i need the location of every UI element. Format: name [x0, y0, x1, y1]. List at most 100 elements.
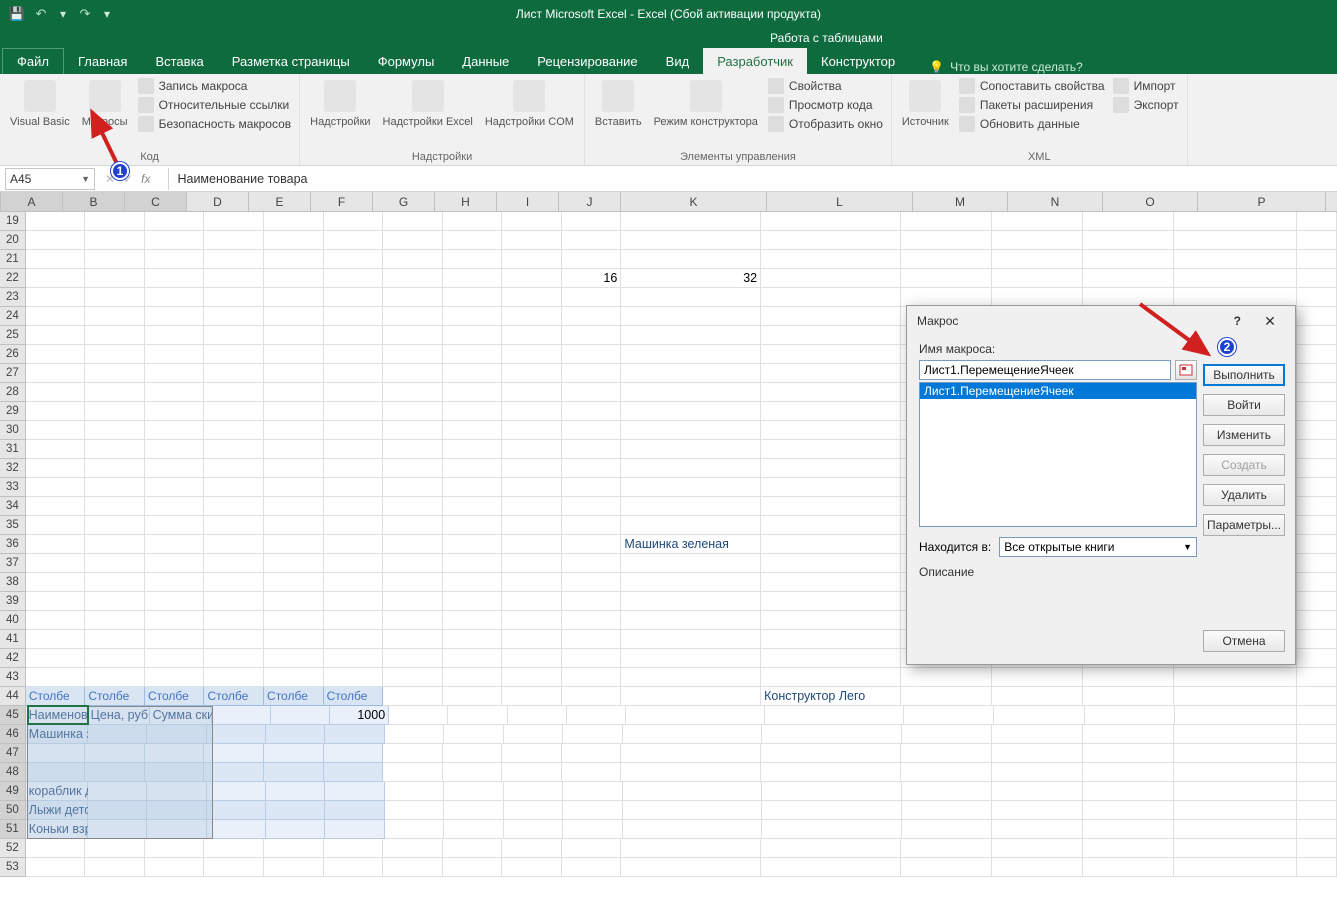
cell[interactable] [26, 231, 86, 250]
visual-basic-button[interactable]: Visual Basic [4, 76, 76, 149]
cell[interactable] [621, 364, 761, 383]
cell[interactable] [502, 231, 562, 250]
tab-review[interactable]: Рецензирование [523, 48, 651, 74]
cell[interactable] [761, 421, 901, 440]
cell[interactable]: Столбе▼ [26, 687, 86, 706]
cell[interactable] [1083, 763, 1174, 782]
cell[interactable] [621, 516, 761, 535]
cell[interactable] [562, 459, 622, 478]
cell[interactable] [324, 858, 384, 877]
cell[interactable] [1297, 269, 1337, 288]
cell[interactable] [444, 801, 503, 820]
cell[interactable] [204, 592, 264, 611]
cell[interactable] [1297, 212, 1337, 231]
cell[interactable] [204, 630, 264, 649]
cell[interactable] [207, 820, 266, 839]
cell[interactable] [383, 554, 443, 573]
cell[interactable] [443, 269, 503, 288]
cell[interactable] [992, 687, 1083, 706]
cell[interactable] [264, 250, 324, 269]
cell[interactable] [1083, 250, 1174, 269]
cell[interactable] [901, 212, 992, 231]
range-picker-icon[interactable] [1175, 360, 1197, 380]
cell[interactable] [621, 326, 761, 345]
cell[interactable] [383, 440, 443, 459]
row-header[interactable]: 33 [0, 478, 26, 497]
design-mode-button[interactable]: Режим конструктора [648, 76, 764, 149]
cell[interactable] [761, 763, 901, 782]
cell[interactable] [145, 630, 205, 649]
cell[interactable] [145, 668, 205, 687]
cell[interactable] [1175, 706, 1297, 725]
cell[interactable] [443, 763, 503, 782]
cell[interactable] [1083, 858, 1174, 877]
refresh-data-button[interactable]: Обновить данные [959, 116, 1105, 132]
col-header-n[interactable]: N [1008, 192, 1103, 211]
row-header[interactable]: 47 [0, 744, 26, 763]
cell[interactable] [1297, 516, 1337, 535]
cancel-button[interactable]: Отмена [1203, 630, 1285, 652]
cell[interactable] [264, 630, 324, 649]
tab-developer[interactable]: Разработчик [703, 48, 807, 74]
cell[interactable] [383, 288, 443, 307]
cell[interactable] [207, 801, 266, 820]
cell[interactable] [324, 345, 384, 364]
cell[interactable] [26, 497, 86, 516]
cell[interactable] [385, 782, 444, 801]
cell[interactable] [621, 250, 761, 269]
cell[interactable] [621, 687, 761, 706]
row-header[interactable]: 26 [0, 345, 26, 364]
cell[interactable] [502, 326, 562, 345]
cell[interactable] [204, 535, 264, 554]
cell[interactable] [1297, 307, 1337, 326]
edit-button[interactable]: Изменить [1203, 424, 1285, 446]
cell[interactable] [502, 858, 562, 877]
tab-view[interactable]: Вид [652, 48, 704, 74]
cell[interactable] [562, 535, 622, 554]
cell[interactable] [504, 801, 563, 820]
cell[interactable] [26, 611, 86, 630]
cell[interactable] [85, 554, 145, 573]
cell[interactable] [626, 706, 765, 725]
cell[interactable] [1174, 725, 1296, 744]
cell[interactable] [266, 725, 325, 744]
cell[interactable] [85, 478, 145, 497]
cell[interactable] [264, 668, 324, 687]
row-header[interactable]: 22 [0, 269, 26, 288]
cell[interactable] [204, 744, 264, 763]
cell[interactable] [443, 212, 503, 231]
cell[interactable] [324, 269, 384, 288]
cell[interactable] [1083, 687, 1174, 706]
redo-icon[interactable]: ↷ [76, 5, 94, 23]
cell[interactable] [902, 782, 993, 801]
cell[interactable] [621, 231, 761, 250]
cell[interactable] [761, 307, 901, 326]
cell[interactable] [324, 763, 384, 782]
insert-control-button[interactable]: Вставить [589, 76, 648, 149]
cell[interactable] [264, 592, 324, 611]
cell[interactable] [85, 345, 145, 364]
cell[interactable] [1083, 725, 1174, 744]
cell[interactable] [264, 744, 324, 763]
cell[interactable] [389, 706, 448, 725]
cell[interactable] [1083, 269, 1174, 288]
cell[interactable] [562, 516, 622, 535]
cell[interactable] [1297, 478, 1337, 497]
cell[interactable] [383, 478, 443, 497]
cell[interactable] [502, 269, 562, 288]
cell[interactable] [383, 687, 443, 706]
cell[interactable] [1297, 839, 1337, 858]
cell[interactable] [761, 459, 901, 478]
cell[interactable] [264, 573, 324, 592]
col-header-i[interactable]: I [497, 192, 559, 211]
cell[interactable] [508, 706, 567, 725]
cell[interactable] [443, 364, 503, 383]
cell[interactable] [26, 858, 86, 877]
cell[interactable] [443, 649, 503, 668]
cell[interactable] [1174, 858, 1297, 877]
cell[interactable] [562, 592, 622, 611]
cell[interactable] [761, 478, 901, 497]
cell[interactable]: Столбе▼ [264, 687, 324, 706]
cell[interactable] [266, 782, 325, 801]
cell[interactable] [623, 801, 763, 820]
